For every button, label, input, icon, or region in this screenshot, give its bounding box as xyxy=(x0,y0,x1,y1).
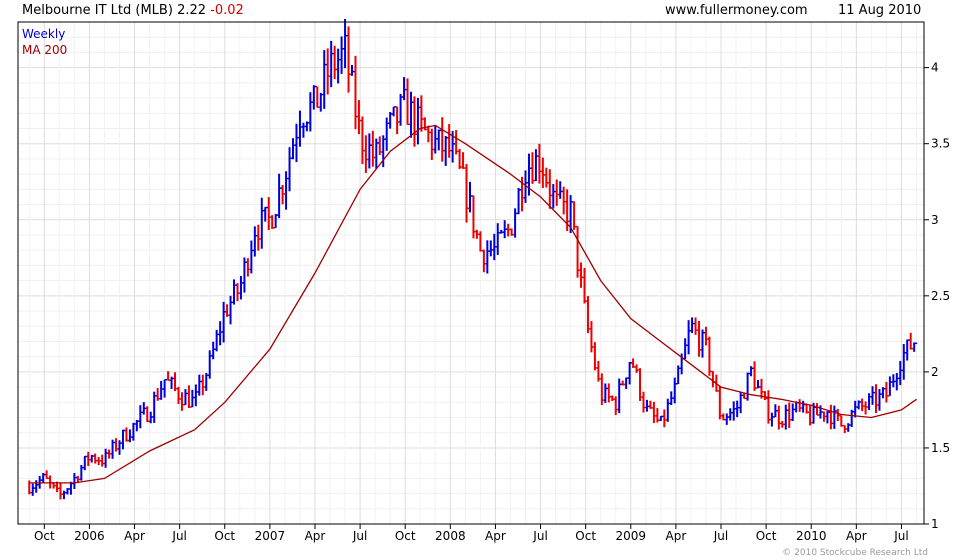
x-tick-label: Jul xyxy=(713,529,728,543)
x-tick-label: 2009 xyxy=(615,529,646,543)
ma200-line xyxy=(29,124,917,484)
x-tick-label: Oct xyxy=(395,529,416,543)
x-tick-label: Apr xyxy=(846,529,867,543)
y-tick-label: 4 xyxy=(931,61,939,75)
x-tick-label: 2008 xyxy=(435,529,466,543)
y-tick-label: 3.5 xyxy=(931,137,950,151)
x-tick-label: Oct xyxy=(34,529,55,543)
x-tick-label: Apr xyxy=(666,529,687,543)
x-tick-label: Apr xyxy=(124,529,145,543)
y-tick-label: 2 xyxy=(931,365,939,379)
stock-name: Melbourne IT Ltd (MLB) xyxy=(22,3,173,18)
x-tick-label: Apr xyxy=(485,529,506,543)
x-tick-label: Oct xyxy=(756,529,777,543)
x-tick-label: Jul xyxy=(171,529,186,543)
x-tick-label: Oct xyxy=(214,529,235,543)
y-tick-label: 1.5 xyxy=(931,441,950,455)
y-tick-label: 3 xyxy=(931,213,939,227)
x-tick-label: 2007 xyxy=(255,529,286,543)
legend-weekly: Weekly xyxy=(22,27,66,41)
chart-date: 11 Aug 2010 xyxy=(838,3,922,18)
x-tick-label: Apr xyxy=(305,529,326,543)
y-tick-label: 2.5 xyxy=(931,289,950,303)
y-tick-label: 1 xyxy=(931,517,939,531)
legend-ma200: MA 200 xyxy=(22,43,68,57)
x-tick-label: 2006 xyxy=(74,529,105,543)
x-tick-label: Oct xyxy=(575,529,596,543)
price-change: -0.02 xyxy=(210,3,244,18)
x-tick-label: 2010 xyxy=(796,529,827,543)
website-label[interactable]: www.fullermoney.com xyxy=(665,3,808,18)
last-price: 2.22 xyxy=(177,3,207,18)
x-tick-label: Jul xyxy=(893,529,908,543)
copyright-notice: © 2010 Stockcube Research Ltd xyxy=(782,548,928,558)
price-chart: 1 1.5 2 2.5 3 3.5 4 Oct 2006 Apr Jul Oct 2007 Apr Jul O… xyxy=(17,19,950,543)
chart-title: Melbourne IT Ltd (MLB) 2.22 -0.02 xyxy=(22,3,244,18)
x-tick-label: Jul xyxy=(532,529,547,543)
x-tick-label: Jul xyxy=(352,529,367,543)
